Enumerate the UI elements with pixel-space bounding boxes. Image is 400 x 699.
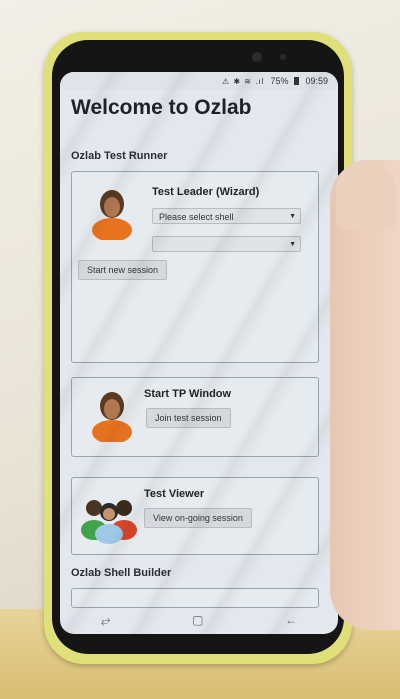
shell-select-value: Please select shell [159, 212, 234, 222]
tp-window-card: Start TP Window Join test session [71, 377, 319, 457]
secondary-select[interactable]: ▼ [152, 236, 301, 252]
status-bar: ⚠ ✱ ≋ .ıl 75% 09:59 [60, 72, 338, 90]
holding-hand [330, 160, 400, 630]
shell-builder-card [71, 588, 319, 608]
test-leader-title: Test Leader (Wizard) [152, 186, 260, 198]
start-new-session-button[interactable]: Start new session [78, 260, 168, 280]
test-viewer-card: Test Viewer View on-going session [71, 477, 319, 555]
join-test-session-button[interactable]: Join test session [146, 408, 231, 428]
android-nav-bar: ⥂ ▢ ← [60, 606, 338, 634]
battery-level: 75% [270, 76, 289, 86]
shell-select[interactable]: Please select shell ▼ [152, 208, 301, 224]
clock: 09:59 [305, 76, 328, 86]
person-avatar-icon [92, 190, 132, 240]
group-avatar-icon [81, 500, 137, 544]
ozlab-app: Welcome to Ozlab Ozlab Test Runner Test … [60, 96, 338, 608]
home-icon[interactable]: ▢ [192, 613, 203, 627]
thumb [336, 160, 396, 230]
view-ongoing-session-button[interactable]: View on-going session [144, 508, 252, 528]
test-viewer-title: Test Viewer [144, 488, 205, 500]
builder-section-title: Ozlab Shell Builder [71, 567, 172, 579]
status-icons: ⚠ ✱ ≋ .ıl [221, 76, 265, 86]
chevron-down-icon: ▼ [289, 241, 296, 248]
proximity-sensor [280, 54, 286, 60]
battery-icon [294, 77, 300, 85]
page-title: Welcome to Ozlab [71, 96, 252, 119]
back-icon[interactable]: ← [285, 613, 297, 627]
front-camera-icon [252, 52, 262, 62]
person-avatar-icon [92, 392, 132, 442]
recent-apps-icon[interactable]: ⥂ [101, 613, 111, 628]
runner-section-title: Ozlab Test Runner [71, 150, 168, 162]
test-leader-card: Test Leader (Wizard) Please select shell… [71, 171, 319, 363]
tp-window-title: Start TP Window [144, 388, 232, 400]
chevron-down-icon: ▼ [289, 213, 296, 220]
phone-screen: ⚠ ✱ ≋ .ıl 75% 09:59 Welcome to Ozlab Ozl… [60, 72, 338, 634]
